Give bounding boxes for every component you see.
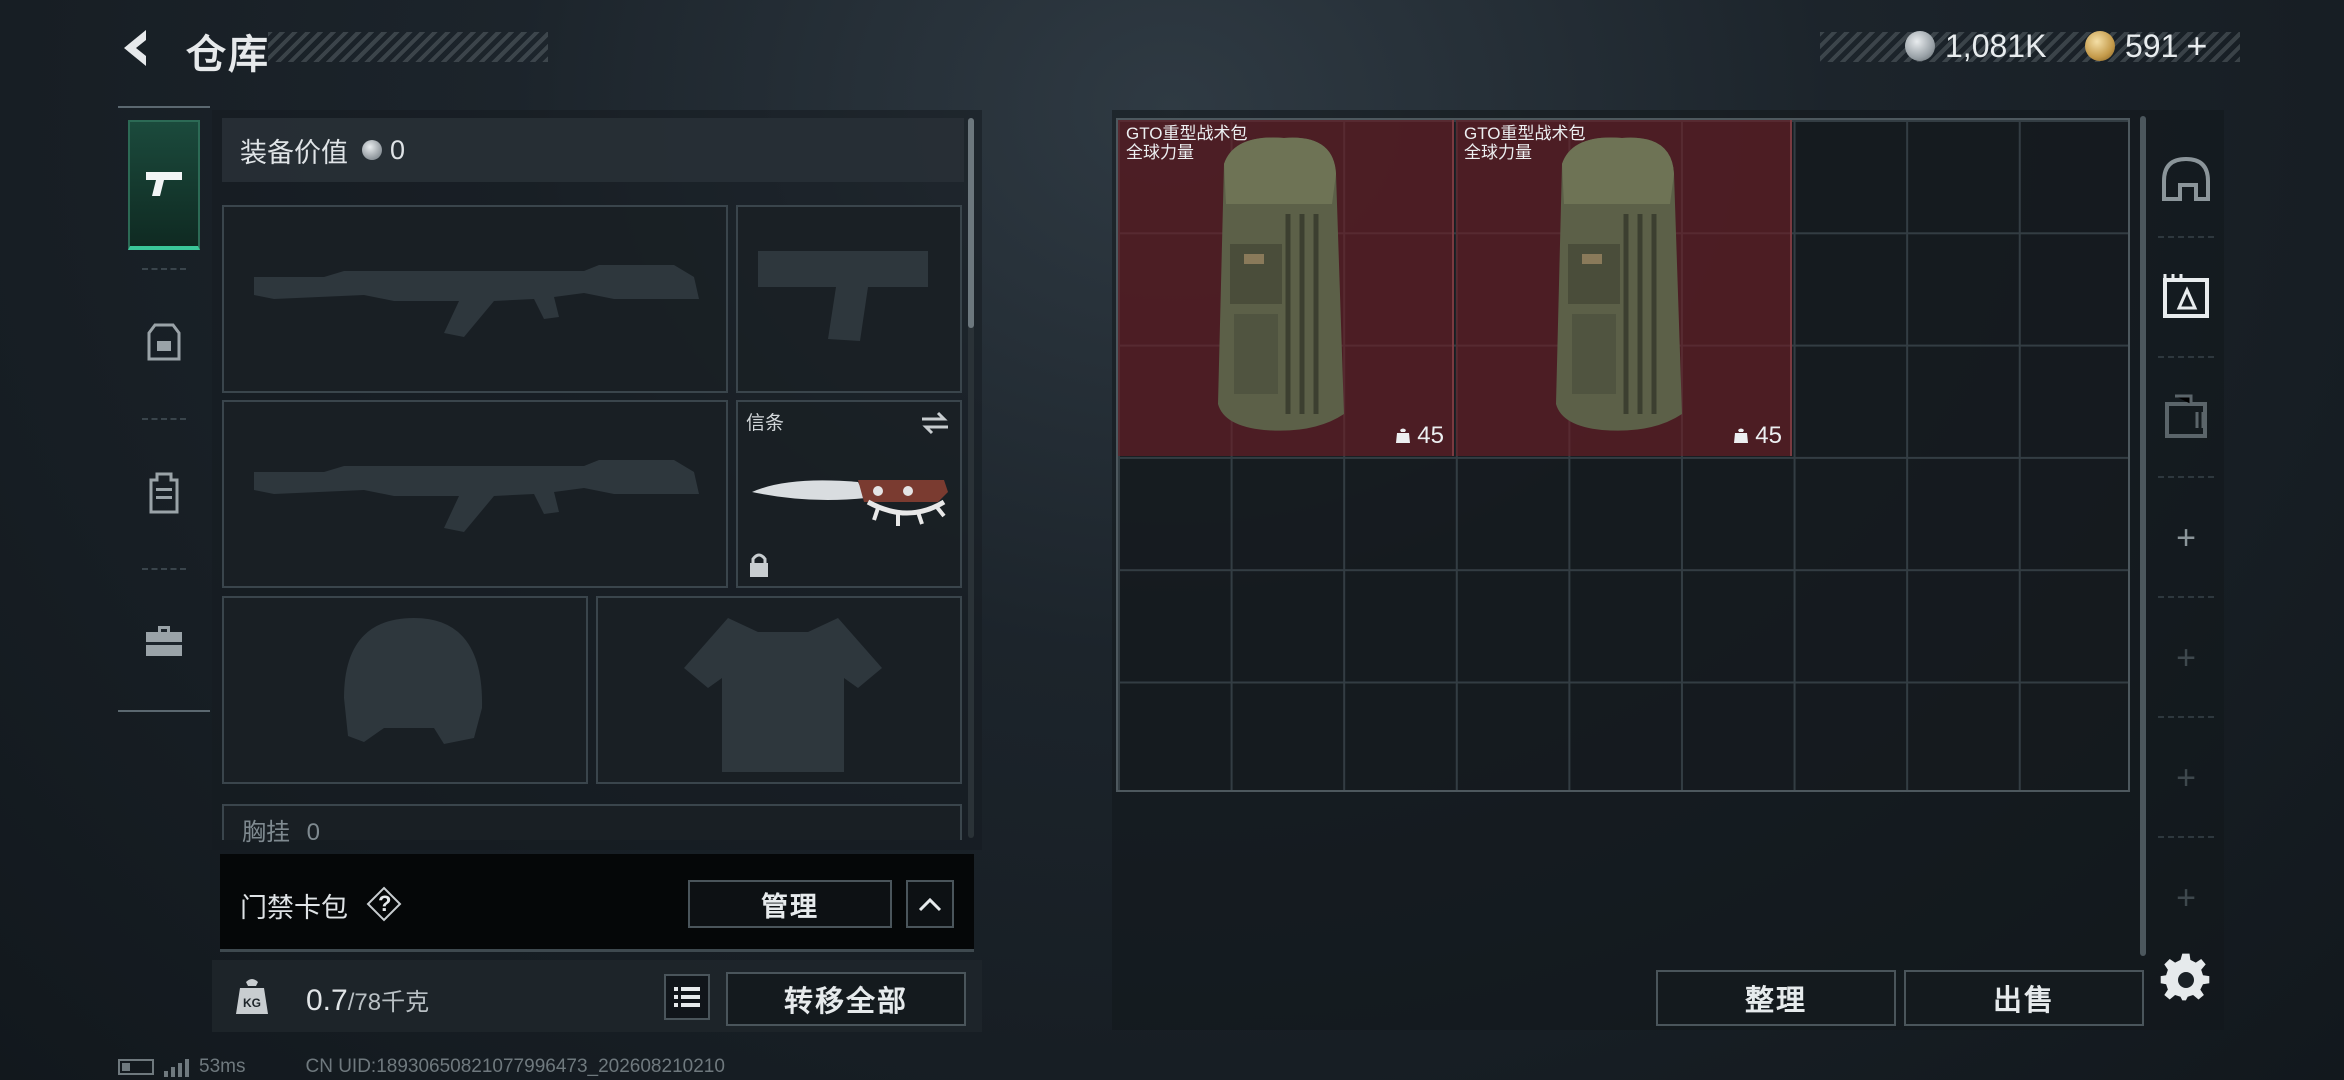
equipment-scrollbar[interactable] (968, 118, 974, 328)
silver-amount: 1,081K (1945, 27, 2047, 64)
tab-case[interactable] (128, 576, 200, 706)
status-footer: 53ms CN UID:18930650821077996473_2026082… (118, 1056, 725, 1078)
add-tab-button[interactable]: + (2154, 746, 2218, 810)
silver-currency: 1,081K (1905, 26, 2046, 66)
signal-icon (164, 1057, 189, 1077)
tab-divider (142, 268, 186, 270)
plus-icon: + (2176, 639, 2196, 677)
collapse-button[interactable] (906, 880, 954, 928)
equipment-value-header: 装备价值 0 (222, 118, 964, 182)
storage-item[interactable]: GTO重型战术包 全球力量 45 (1456, 120, 1792, 456)
helmet-silhouette-icon (344, 618, 483, 744)
weight-current: 0.7 (306, 984, 348, 1017)
tab-storage-case[interactable] (2154, 384, 2218, 448)
item-count: 45 (1395, 422, 1444, 450)
helmet-slot[interactable] (222, 596, 588, 784)
weight-readout: 0.7/78千克 (306, 982, 429, 1018)
battery-icon (118, 1059, 154, 1075)
back-arrow-icon (124, 30, 146, 66)
case-tab-icon (2165, 394, 2207, 438)
tab-storage-main[interactable] (2154, 264, 2218, 328)
tab-divider (2158, 716, 2214, 718)
briefcase-icon (146, 626, 182, 656)
knife-icon (752, 480, 948, 526)
chest-rig-label: 胸挂 0 (242, 819, 321, 846)
sell-button[interactable]: 出售 (1904, 970, 2144, 1026)
sort-button[interactable]: 整理 (1656, 970, 1896, 1026)
plus-icon: + (2176, 519, 2196, 557)
backpack-item-icon (1218, 137, 1344, 431)
help-button[interactable]: ? (366, 886, 402, 922)
armor-rig-icon (147, 323, 181, 361)
chest-rig-slot[interactable] (222, 804, 962, 840)
tab-divider (2158, 836, 2214, 838)
page-title: 仓库 (186, 33, 270, 77)
tab-divider (2158, 236, 2214, 238)
add-tab-button[interactable]: + (2154, 626, 2218, 690)
weight-max: /78千克 (347, 989, 430, 1016)
gold-currency[interactable]: 591 + (2085, 25, 2207, 67)
silver-coin-icon (362, 140, 382, 160)
melee-label: 信条 (746, 413, 785, 434)
list-icon (674, 987, 700, 1007)
tab-divider (2158, 476, 2214, 478)
helmet-tab-icon (2162, 156, 2210, 201)
chevron-up-icon (918, 897, 942, 912)
item-count: 45 (1733, 422, 1782, 450)
tab-armor[interactable] (128, 278, 200, 408)
weight-kg-icon: KG (232, 976, 272, 1016)
left-tab-bar (118, 106, 210, 712)
tab-storage-helmet[interactable] (2154, 148, 2218, 212)
swap-icon[interactable] (920, 410, 950, 436)
tab-divider (2158, 596, 2214, 598)
gear-icon (2160, 953, 2210, 1001)
backpack-icon (149, 472, 179, 514)
sidearm-slot[interactable] (736, 205, 962, 393)
title-hatch-decoration (268, 32, 548, 62)
uid-text: CN UID:18930650821077996473_202608210210 (305, 1056, 725, 1077)
plus-icon: + (2176, 759, 2196, 797)
silver-coin-icon (1905, 31, 1935, 61)
stash-tab-icon (2163, 274, 2209, 318)
weight-small-icon (1734, 428, 1749, 443)
plus-icon: + (2176, 879, 2196, 917)
gold-coin-icon (2085, 31, 2115, 61)
storage-scrollbar[interactable] (2140, 116, 2146, 956)
back-button[interactable] (116, 26, 160, 70)
melee-slot[interactable]: 信条 (736, 400, 962, 588)
lock-icon (750, 553, 768, 577)
rifle-silhouette-icon (254, 460, 699, 532)
transfer-all-button[interactable]: 转移全部 (726, 972, 966, 1026)
backpack-item-icon (1556, 137, 1682, 431)
tab-backpack[interactable] (128, 428, 200, 558)
tab-divider (2158, 356, 2214, 358)
storage-item[interactable]: GTO重型战术包 全球力量 45 (1118, 120, 1454, 456)
tab-divider (142, 418, 186, 420)
gold-amount: 591 (2125, 27, 2179, 64)
tab-divider (142, 568, 186, 570)
access-card-label: 门禁卡包 (240, 893, 348, 923)
equipment-value-amount: 0 (390, 134, 406, 165)
primary-weapon-slot[interactable] (222, 205, 728, 393)
weight-small-icon (1396, 428, 1411, 443)
add-tab-button[interactable]: + (2154, 506, 2218, 570)
pistol-icon (146, 172, 182, 196)
ping-text: 53ms (199, 1056, 246, 1077)
manage-button[interactable]: 管理 (688, 880, 892, 928)
armor-silhouette-icon (684, 618, 882, 772)
settings-button[interactable] (2158, 950, 2214, 1006)
tab-weapons[interactable] (128, 120, 200, 250)
pistol-silhouette-icon (758, 251, 928, 341)
rifle-silhouette-icon (254, 265, 699, 337)
add-tab-button[interactable]: + (2154, 866, 2218, 930)
armor-slot[interactable] (596, 596, 962, 784)
equipment-value-label: 装备价值 (240, 137, 348, 168)
list-view-button[interactable] (664, 974, 710, 1020)
secondary-weapon-slot[interactable] (222, 400, 728, 588)
add-currency-button[interactable]: + (2186, 25, 2207, 67)
